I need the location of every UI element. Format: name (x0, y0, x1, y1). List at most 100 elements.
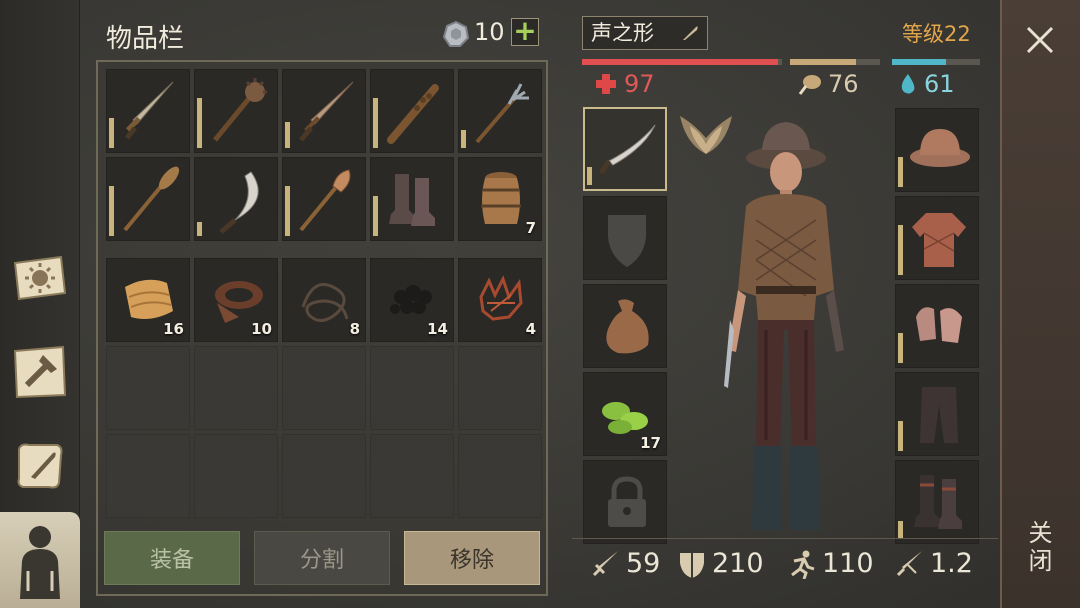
empty-slot[interactable] (370, 434, 454, 518)
character-level: 等级22 (902, 22, 971, 46)
mace-icon (213, 78, 267, 142)
inventory-slot[interactable] (370, 69, 454, 153)
durability-bar (898, 333, 903, 363)
club-icon (387, 84, 439, 144)
quest-tab-button[interactable] (6, 432, 74, 500)
lock-icon (608, 476, 646, 527)
left-rail (0, 0, 80, 608)
durability-bar (197, 222, 202, 236)
inventory-slot[interactable]: 4 (458, 258, 542, 342)
close-panel[interactable] (1000, 0, 1080, 608)
item-count: 17 (640, 434, 661, 452)
durability-bar (461, 130, 466, 148)
craft-tab-button[interactable] (6, 338, 74, 406)
durability-bar (898, 521, 903, 539)
locked-equip-slot[interactable] (583, 460, 667, 544)
quill-icon (683, 26, 698, 40)
shield-icon (608, 215, 646, 267)
journal-tab-button[interactable] (6, 244, 74, 312)
empty-slot[interactable] (106, 346, 190, 430)
inventory-slot[interactable] (106, 69, 190, 153)
food-equip-slot[interactable]: 17 (583, 372, 667, 456)
inventory-slot[interactable]: 16 (106, 258, 190, 342)
durability-bar (285, 122, 290, 148)
close-label[interactable]: 关闭 (1022, 520, 1056, 576)
attack-value: 59 (626, 548, 661, 579)
empty-slot[interactable] (106, 434, 190, 518)
empty-slot[interactable] (370, 346, 454, 430)
durability-bar (898, 421, 903, 451)
hands-equip-slot[interactable] (895, 284, 979, 368)
defense-stat: 210 (678, 548, 764, 579)
empty-slot[interactable] (194, 346, 278, 430)
weapon-equip-slot[interactable] (583, 107, 667, 191)
remove-button[interactable]: 移除 (404, 531, 540, 585)
inventory-title: 物品栏 (106, 24, 185, 54)
item-count: 16 (163, 320, 184, 338)
inventory-slot[interactable] (282, 157, 366, 241)
food-stat: 76 (798, 70, 859, 98)
gloves-icon (916, 307, 962, 343)
character-name-box[interactable]: 声之形 (582, 16, 708, 50)
item-count: 4 (525, 320, 536, 338)
pitchfork-icon (475, 83, 529, 144)
meat-icon (798, 75, 821, 95)
inventory-slot[interactable]: 7 (458, 157, 542, 241)
speed-value: 110 (822, 548, 874, 579)
inventory-slot[interactable]: 8 (282, 258, 366, 342)
equip-button[interactable]: 装备 (104, 531, 240, 585)
item-count: 8 (349, 320, 360, 338)
character-model (724, 122, 844, 530)
item-count: 7 (525, 219, 536, 237)
inventory-slot[interactable] (458, 69, 542, 153)
chest-equip-slot[interactable] (895, 196, 979, 280)
boots-icon (389, 174, 435, 226)
scroll-quill-icon (17, 443, 63, 489)
inventory-slot[interactable] (194, 69, 278, 153)
empty-slot[interactable] (194, 434, 278, 518)
inventory-tab-button[interactable] (0, 512, 80, 608)
item-count: 14 (427, 320, 448, 338)
legs-equip-slot[interactable] (895, 372, 979, 456)
water-value: 61 (924, 70, 955, 98)
stats-divider (572, 538, 998, 539)
empty-slot[interactable] (282, 346, 366, 430)
character-silhouette-icon (20, 526, 60, 599)
scimitar-icon (598, 124, 656, 175)
food-value: 76 (828, 70, 859, 98)
water-drop-icon (901, 74, 915, 94)
inventory-slot[interactable] (282, 69, 366, 153)
split-button[interactable]: 分割 (254, 531, 390, 585)
coin-icon (442, 20, 470, 47)
durability-bar (285, 186, 290, 236)
durability-bar (109, 118, 114, 148)
durability-bar (197, 98, 202, 148)
inventory-slot[interactable] (370, 157, 454, 241)
character-name: 声之形 (591, 21, 654, 45)
head-equip-slot[interactable] (895, 108, 979, 192)
add-coins-button[interactable]: + (511, 17, 539, 46)
boots-icon (914, 475, 962, 529)
durability-bar (898, 157, 903, 187)
inventory-slot[interactable]: 10 (194, 258, 278, 342)
bag-equip-slot[interactable] (583, 284, 667, 368)
feet-equip-slot[interactable] (895, 460, 979, 544)
shield-equip-slot[interactable] (583, 196, 667, 280)
empty-slot[interactable] (282, 434, 366, 518)
speed-stat: 110 (786, 548, 874, 579)
health-bar-empty (778, 59, 782, 65)
water-bar-empty (946, 59, 980, 65)
inventory-slot[interactable]: 14 (370, 258, 454, 342)
item-count: 10 (251, 320, 272, 338)
close-icon[interactable] (1022, 22, 1058, 58)
empty-slot[interactable] (458, 434, 542, 518)
health-bar (582, 59, 778, 65)
inventory-slot[interactable] (106, 157, 190, 241)
durability-bar (587, 167, 592, 185)
empty-slot[interactable] (458, 346, 542, 430)
durability-bar (373, 196, 378, 236)
inventory-slot[interactable] (194, 157, 278, 241)
sword-weight-icon (896, 550, 922, 576)
sickle-icon (219, 171, 259, 234)
weight-stat: 1.2 (894, 548, 973, 579)
